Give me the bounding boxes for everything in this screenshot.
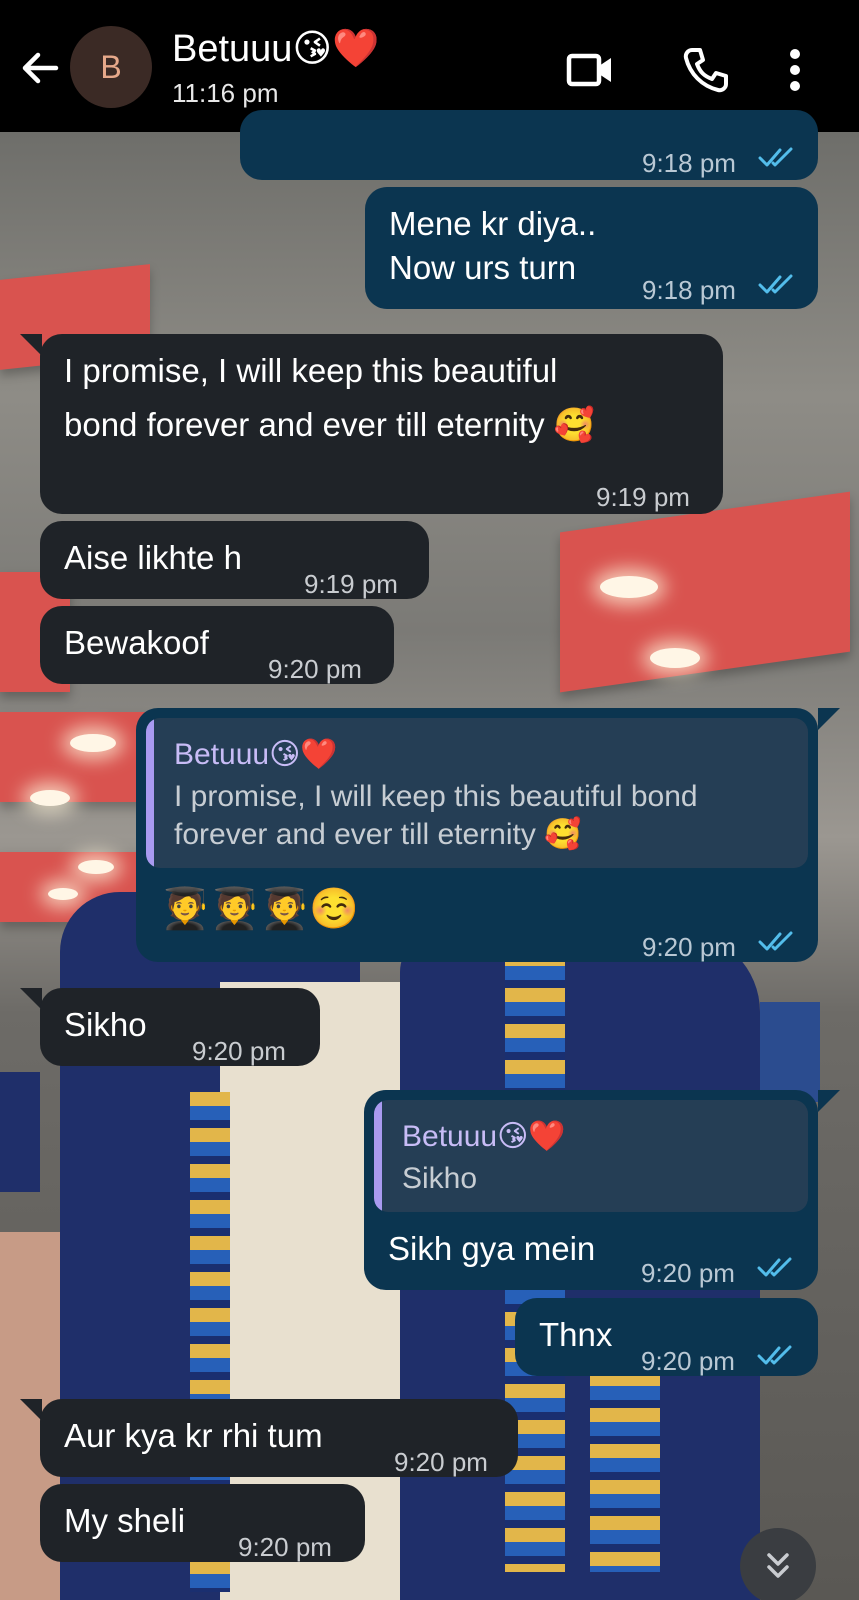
message-time: 9:19 pm xyxy=(304,569,398,599)
message-time: 9:20 pm xyxy=(268,654,362,684)
video-call-icon[interactable] xyxy=(565,44,617,96)
message-time: 9:19 pm xyxy=(596,482,690,512)
read-ticks-icon xyxy=(757,1257,792,1277)
message-time: 9:20 pm xyxy=(641,1258,735,1288)
scroll-to-bottom-button[interactable] xyxy=(740,1528,816,1600)
reply-text: forever and ever till eternity 🥰 xyxy=(174,818,582,851)
avatar[interactable]: B xyxy=(70,26,152,108)
message-bubble-incoming[interactable]: Aur kya kr rhi tum 9:20 pm xyxy=(40,1399,518,1477)
message-bubble-incoming[interactable]: My sheli 9:20 pm xyxy=(40,1484,365,1562)
message-text: My sheli xyxy=(64,1502,186,1539)
message-time: 9:18 pm xyxy=(642,275,736,305)
bubble-tail xyxy=(20,1399,42,1421)
message-text: Thnx xyxy=(539,1316,613,1353)
back-arrow-icon[interactable] xyxy=(16,44,64,92)
message-text: Sikho xyxy=(64,1006,147,1043)
message-text: Sikh gya mein xyxy=(388,1230,596,1267)
message-time: 9:20 pm xyxy=(641,1346,735,1376)
message-time: 9:18 pm xyxy=(642,148,736,178)
avatar-letter: B xyxy=(100,48,122,85)
message-text: bond forever and ever till eternity 🥰 xyxy=(64,406,595,443)
last-seen: 11:16 pm xyxy=(172,78,279,108)
message-bubble-incoming[interactable]: Bewakoof 9:20 pm xyxy=(40,606,394,684)
read-ticks-icon xyxy=(758,931,793,951)
reply-bar xyxy=(374,1100,382,1212)
more-vert-icon[interactable] xyxy=(780,44,810,96)
message-time: 9:20 pm xyxy=(642,932,736,962)
bubble-tail xyxy=(20,988,42,1010)
read-ticks-icon xyxy=(758,274,793,294)
read-ticks-icon xyxy=(757,1345,792,1365)
quoted-reply[interactable]: Betuuu😘❤️ I promise, I will keep this be… xyxy=(146,718,808,868)
reply-text: Sikho xyxy=(402,1162,478,1195)
message-text: Now urs turn xyxy=(389,249,577,286)
contact-name[interactable]: Betuuu😘❤️ xyxy=(172,26,379,71)
message-text: Aur kya kr rhi tum xyxy=(64,1417,323,1454)
message-bubble-outgoing[interactable]: 9:18 pm xyxy=(240,110,818,180)
reply-author: Betuuu😘❤️ xyxy=(174,738,338,771)
reply-text: I promise, I will keep this beautiful bo… xyxy=(174,780,698,813)
quoted-reply[interactable]: Betuuu😘❤️ Sikho xyxy=(374,1100,808,1212)
bubble-tail xyxy=(20,334,42,356)
message-text: Bewakoof xyxy=(64,624,209,661)
message-bubble-outgoing[interactable]: Mene kr diya.. Now urs turn 9:18 pm xyxy=(365,187,818,309)
message-text: Mene kr diya.. xyxy=(389,205,597,242)
message-text: Aise likhte h xyxy=(64,539,242,576)
voice-call-icon[interactable] xyxy=(680,44,732,96)
reply-author: Betuuu😘❤️ xyxy=(402,1120,566,1153)
bubble-tail xyxy=(818,1090,840,1112)
read-ticks-icon xyxy=(758,147,793,167)
message-text: I promise, I will keep this beautiful xyxy=(64,352,558,389)
chat-screen: B Betuuu😘❤️ 11:16 pm 9:18 pm Mene kr diy… xyxy=(0,0,859,1600)
message-bubble-outgoing[interactable]: Betuuu😘❤️ I promise, I will keep this be… xyxy=(136,708,818,962)
message-bubble-incoming[interactable]: Aise likhte h 9:19 pm xyxy=(40,521,429,599)
message-bubble-outgoing[interactable]: Thnx 9:20 pm xyxy=(515,1298,818,1376)
message-time: 9:20 pm xyxy=(394,1447,488,1477)
double-chevron-down-icon xyxy=(767,1553,789,1578)
message-time: 9:20 pm xyxy=(238,1532,332,1562)
message-bubble-incoming[interactable]: I promise, I will keep this beautiful bo… xyxy=(40,334,723,514)
message-emoji-text: 🧑‍🎓🧑‍🎓🧑‍🎓☺️ xyxy=(160,887,360,931)
reply-bar xyxy=(146,718,154,868)
message-bubble-incoming[interactable]: Sikho 9:20 pm xyxy=(40,988,320,1066)
bubble-tail xyxy=(818,708,840,730)
message-time: 9:20 pm xyxy=(192,1036,286,1066)
message-bubble-outgoing[interactable]: Betuuu😘❤️ Sikho Sikh gya mein 9:20 pm xyxy=(364,1090,818,1290)
